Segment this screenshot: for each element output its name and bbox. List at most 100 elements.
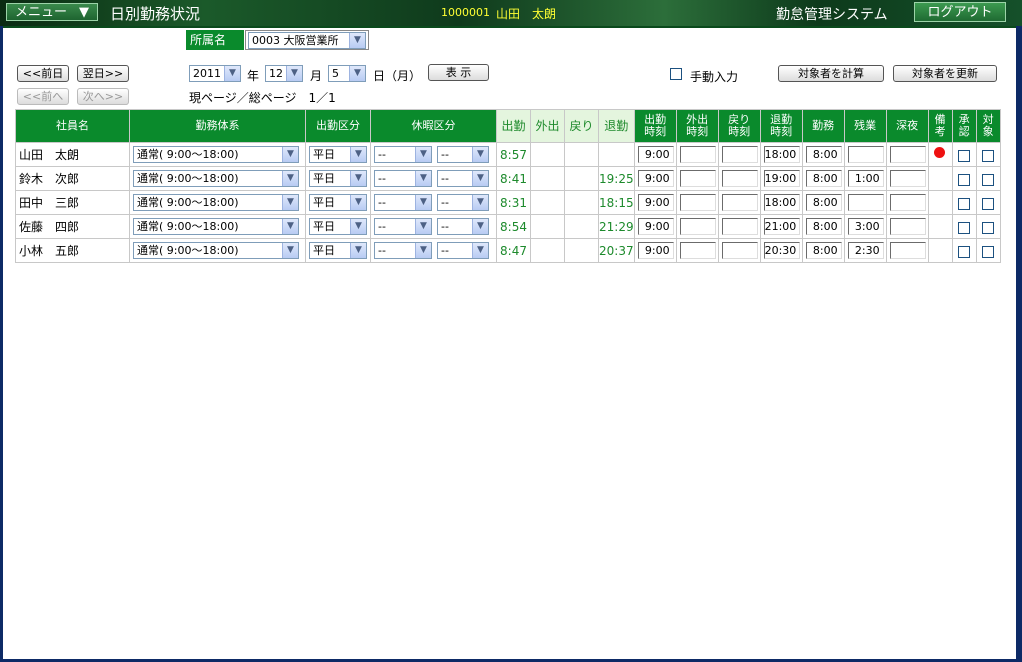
target-checkbox[interactable] bbox=[982, 173, 995, 186]
in-time-input[interactable]: 9:00 bbox=[637, 194, 674, 211]
leave-type-select-1[interactable]: -- ▼ bbox=[374, 194, 432, 211]
leave-time-input[interactable]: 18:00 bbox=[763, 194, 800, 211]
attendance-type-select[interactable]: 平日 ▼ bbox=[309, 218, 367, 235]
leave-type-select-2[interactable]: -- ▼ bbox=[437, 218, 489, 235]
leave-time-cell: 18:00 bbox=[759, 142, 803, 167]
back-time-input[interactable] bbox=[721, 242, 758, 259]
work-system-select[interactable]: 通常( 9:00～18:00) ▼ bbox=[133, 146, 299, 163]
leave-time-input[interactable]: 18:00 bbox=[763, 146, 800, 163]
day-select[interactable]: 5 ▼ bbox=[328, 65, 366, 82]
night-input[interactable] bbox=[889, 194, 926, 211]
approval-checkbox[interactable] bbox=[958, 197, 971, 210]
work-input[interactable]: 8:00 bbox=[805, 218, 842, 235]
work-system-select[interactable]: 通常( 9:00～18:00) ▼ bbox=[133, 242, 299, 259]
next-day-button[interactable]: 翌日>> bbox=[77, 65, 129, 82]
leave-time-cell: 20:30 bbox=[759, 238, 803, 263]
back-time-cell bbox=[717, 190, 761, 215]
prev-day-button[interactable]: <<前日 bbox=[17, 65, 69, 82]
work-system-select[interactable]: 通常( 9:00～18:00) ▼ bbox=[133, 194, 299, 211]
target-checkbox[interactable] bbox=[982, 245, 995, 258]
calculate-button[interactable]: 対象者を計算 bbox=[778, 65, 884, 82]
target-checkbox[interactable] bbox=[982, 221, 995, 234]
chevron-down-icon: ▼ bbox=[472, 147, 488, 162]
overtime-input[interactable] bbox=[847, 194, 884, 211]
overtime-input[interactable]: 2:30 bbox=[847, 242, 884, 259]
employee-name: 山田 太朗 bbox=[15, 142, 130, 167]
chevron-down-icon: ▼ bbox=[472, 219, 488, 234]
night-input[interactable] bbox=[889, 218, 926, 235]
remarks-cell[interactable] bbox=[927, 238, 953, 263]
manual-input-checkbox[interactable] bbox=[670, 68, 682, 80]
leave-type-select-2[interactable]: -- ▼ bbox=[437, 242, 489, 259]
remarks-cell[interactable] bbox=[927, 214, 953, 239]
work-system-select[interactable]: 通常( 9:00～18:00) ▼ bbox=[133, 170, 299, 187]
night-input[interactable] bbox=[889, 242, 926, 259]
back-time-input[interactable] bbox=[721, 146, 758, 163]
attendance-type-select[interactable]: 平日 ▼ bbox=[309, 242, 367, 259]
out-time-input[interactable] bbox=[679, 146, 716, 163]
work-input[interactable]: 8:00 bbox=[805, 194, 842, 211]
night-input[interactable] bbox=[889, 146, 926, 163]
work-system-select[interactable]: 通常( 9:00～18:00) ▼ bbox=[133, 218, 299, 235]
in-time-input[interactable]: 9:00 bbox=[637, 242, 674, 259]
work-system-cell: 通常( 9:00～18:00) ▼ bbox=[129, 142, 306, 167]
approval-checkbox[interactable] bbox=[958, 245, 971, 258]
remark-flag-icon[interactable] bbox=[934, 146, 946, 158]
out-time-input[interactable] bbox=[679, 170, 716, 187]
target-checkbox[interactable] bbox=[982, 197, 995, 210]
leave-type-value-2: -- bbox=[441, 220, 449, 233]
show-button[interactable]: 表 示 bbox=[428, 64, 489, 81]
approval-checkbox[interactable] bbox=[958, 149, 971, 162]
attendance-type-select[interactable]: 平日 ▼ bbox=[309, 146, 367, 163]
month-select[interactable]: 12 ▼ bbox=[265, 65, 303, 82]
back-time-input[interactable] bbox=[721, 194, 758, 211]
in-time-input[interactable]: 9:00 bbox=[637, 218, 674, 235]
work-input[interactable]: 8:00 bbox=[805, 146, 842, 163]
approval-checkbox[interactable] bbox=[958, 221, 971, 234]
overtime-input[interactable] bbox=[847, 146, 884, 163]
remarks-cell[interactable] bbox=[927, 142, 953, 167]
leave-type-select-2[interactable]: -- ▼ bbox=[437, 170, 489, 187]
remarks-cell[interactable] bbox=[927, 190, 953, 215]
target-checkbox[interactable] bbox=[982, 149, 995, 162]
back-time-input[interactable] bbox=[721, 218, 758, 235]
work-cell: 8:00 bbox=[801, 166, 845, 191]
leave-type-select-2[interactable]: -- ▼ bbox=[437, 146, 489, 163]
work-cell: 8:00 bbox=[801, 238, 845, 263]
night-input[interactable] bbox=[889, 170, 926, 187]
leave-type-select-1[interactable]: -- ▼ bbox=[374, 242, 432, 259]
leave-time-input[interactable]: 21:00 bbox=[763, 218, 800, 235]
header-target: 対象 bbox=[975, 109, 1001, 143]
attendance-type-select[interactable]: 平日 ▼ bbox=[309, 170, 367, 187]
work-input[interactable]: 8:00 bbox=[805, 242, 842, 259]
out-time-input[interactable] bbox=[679, 194, 716, 211]
leave-type-value-1: -- bbox=[378, 220, 386, 233]
leave-time-input[interactable]: 20:30 bbox=[763, 242, 800, 259]
overtime-input[interactable]: 1:00 bbox=[847, 170, 884, 187]
leave-type-select-1[interactable]: -- ▼ bbox=[374, 170, 432, 187]
attendance-type-select[interactable]: 平日 ▼ bbox=[309, 194, 367, 211]
update-button[interactable]: 対象者を更新 bbox=[893, 65, 997, 82]
page-title: 日別勤務状況 bbox=[110, 5, 201, 23]
department-wrapper: 0003 大阪営業所 ▼ bbox=[245, 30, 369, 50]
in-time-input[interactable]: 9:00 bbox=[637, 170, 674, 187]
remarks-cell[interactable] bbox=[927, 166, 953, 191]
out-time-input[interactable] bbox=[679, 218, 716, 235]
back-time-input[interactable] bbox=[721, 170, 758, 187]
department-select[interactable]: 0003 大阪営業所 ▼ bbox=[248, 32, 366, 49]
out-time-input[interactable] bbox=[679, 242, 716, 259]
leave-type-select-2[interactable]: -- ▼ bbox=[437, 194, 489, 211]
logout-button[interactable]: ログアウト bbox=[914, 2, 1006, 22]
leave-type-select-1[interactable]: -- ▼ bbox=[374, 218, 432, 235]
in-time-input[interactable]: 9:00 bbox=[637, 146, 674, 163]
leave-time-input[interactable]: 19:00 bbox=[763, 170, 800, 187]
work-input[interactable]: 8:00 bbox=[805, 170, 842, 187]
next-page-button[interactable]: 次へ>> bbox=[77, 88, 129, 105]
leave-type-select-1[interactable]: -- ▼ bbox=[374, 146, 432, 163]
prev-page-button[interactable]: <<前へ bbox=[17, 88, 69, 105]
overtime-input[interactable]: 3:00 bbox=[847, 218, 884, 235]
menu-button[interactable]: メニュー ▼ bbox=[6, 3, 98, 21]
chevron-down-icon: ▼ bbox=[349, 33, 365, 48]
approval-checkbox[interactable] bbox=[958, 173, 971, 186]
year-select[interactable]: 2011 ▼ bbox=[189, 65, 241, 82]
